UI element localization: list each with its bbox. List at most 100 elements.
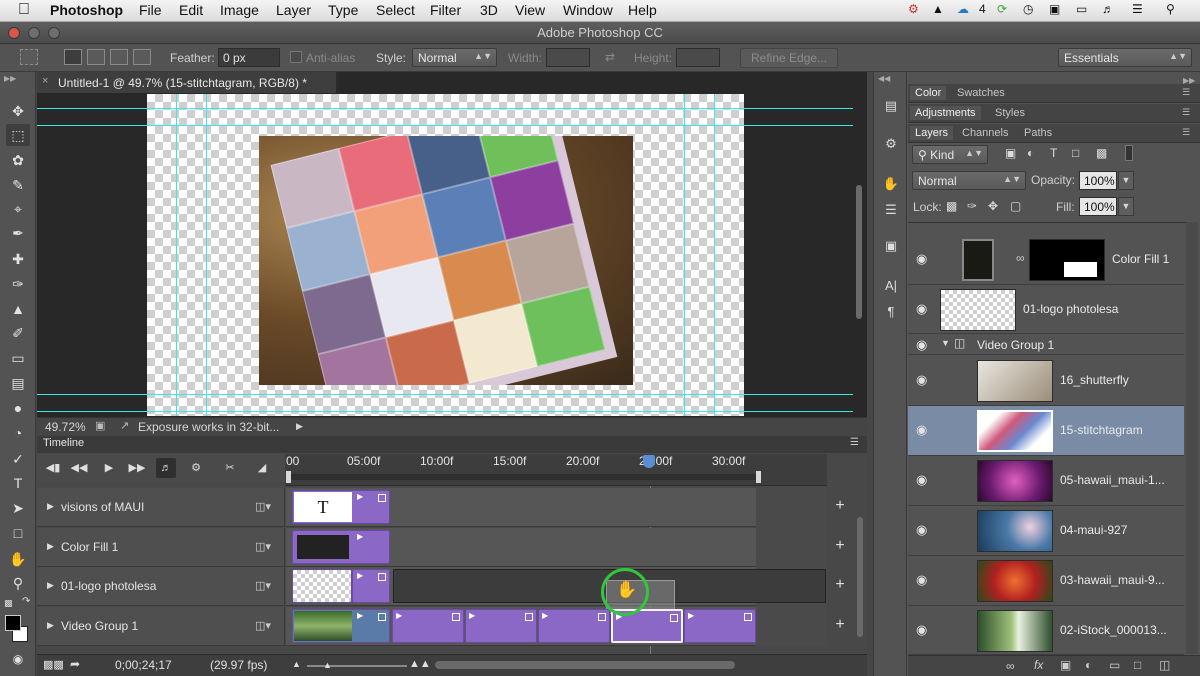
- layer-04-maui-927[interactable]: ◉ 04-maui-927: [908, 506, 1184, 556]
- clip-istock-waterfall[interactable]: ▶: [292, 609, 390, 643]
- timeline-ruler[interactable]: 00 05:00f 10:00f 15:00f 20:00f 25:00f 30…: [285, 454, 827, 486]
- audio-mute-icon[interactable]: ♬: [156, 458, 176, 478]
- panel-menu-icon[interactable]: ☰: [850, 437, 859, 448]
- tool-presets-icon[interactable]: ✋: [880, 174, 902, 194]
- clone-stamp-tool-icon[interactable]: ▲: [6, 298, 30, 320]
- rectangular-marquee-tool-icon[interactable]: ⬚: [6, 124, 30, 146]
- width-input[interactable]: [546, 48, 590, 67]
- guide-vertical[interactable]: [684, 94, 685, 416]
- lock-position-icon[interactable]: ✥: [988, 199, 998, 213]
- menu-select[interactable]: Select: [376, 2, 415, 18]
- transition-icon[interactable]: ◢: [252, 458, 272, 478]
- layer-15-stitchtagram-selected[interactable]: ◉ 15-stitchtagram: [908, 406, 1184, 456]
- wifi-icon[interactable]: ☰: [1132, 2, 1143, 16]
- next-frame-icon[interactable]: ▶▶: [127, 458, 147, 478]
- timeline-vertical-scrollbar[interactable]: [857, 517, 863, 637]
- history-panel-icon[interactable]: ▤: [880, 96, 902, 116]
- guide-horizontal[interactable]: [37, 108, 853, 109]
- filter-type-icon[interactable]: T: [1050, 146, 1057, 160]
- playback-settings-gear-icon[interactable]: ⚙: [186, 458, 206, 478]
- guide-vertical[interactable]: [206, 94, 207, 416]
- paragraph-panel-icon[interactable]: ¶: [880, 302, 902, 322]
- timeline-horizontal-scrollbar[interactable]: [435, 661, 735, 669]
- clip-expand-icon[interactable]: ▶: [542, 611, 548, 620]
- timeline-zoom-slider[interactable]: [307, 665, 407, 667]
- delete-layer-trash-icon[interactable]: ◫: [1159, 658, 1170, 672]
- visibility-eye-icon[interactable]: ◉: [916, 572, 927, 588]
- playhead-icon[interactable]: [643, 455, 655, 468]
- zoom-slider-thumb[interactable]: ▲: [323, 660, 332, 670]
- menu-3d[interactable]: 3D: [480, 2, 498, 18]
- menu-view[interactable]: View: [515, 2, 545, 18]
- clip-expand-icon[interactable]: ▶: [688, 611, 694, 620]
- expand-panels-icon[interactable]: ◀◀: [878, 74, 890, 83]
- filter-toggle-switch[interactable]: [1125, 145, 1133, 161]
- layer-02-istock[interactable]: ◉ 02-iStock_000013...: [908, 606, 1184, 655]
- timer-icon[interactable]: ◷: [1023, 2, 1033, 16]
- clip-expand-icon[interactable]: ▶: [357, 611, 363, 620]
- eyedropper-tool-icon[interactable]: ✒: [6, 222, 30, 244]
- swap-dimensions-icon[interactable]: ⇄: [605, 50, 615, 64]
- previous-frame-icon[interactable]: ◀◀: [69, 458, 89, 478]
- tab-channels[interactable]: Channels: [957, 126, 1013, 140]
- clip-hawaii-maui-1[interactable]: ▶: [538, 609, 610, 643]
- expand-track-icon[interactable]: ▶: [47, 620, 54, 631]
- track-color-fill-1[interactable]: ▶ Color Fill 1 ◫▾: [37, 528, 285, 567]
- clip-expand-icon[interactable]: ▶: [469, 611, 475, 620]
- track-film-menu-icon[interactable]: ◫▾: [255, 619, 271, 632]
- new-adjustment-layer-icon[interactable]: ◐: [1085, 658, 1092, 672]
- track-film-menu-icon[interactable]: ◫▾: [255, 540, 271, 553]
- history-brush-tool-icon[interactable]: ✐: [6, 322, 30, 344]
- antialias-checkbox[interactable]: [290, 51, 302, 63]
- intersect-selection-icon[interactable]: [133, 49, 151, 65]
- tab-layers[interactable]: Layers: [910, 126, 954, 140]
- tab-swatches[interactable]: Swatches: [952, 86, 1010, 100]
- expand-track-icon[interactable]: ▶: [47, 580, 54, 591]
- lock-image-pixels-brush-icon[interactable]: ✑: [967, 199, 977, 213]
- status-app-icon[interactable]: ⚙: [908, 2, 919, 16]
- close-document-icon[interactable]: ×: [42, 75, 48, 87]
- panel-menu-icon[interactable]: ☰: [1182, 87, 1190, 98]
- render-video-icon[interactable]: ➦: [70, 657, 80, 671]
- height-input[interactable]: [676, 48, 720, 67]
- track-film-menu-icon[interactable]: ◫▾: [255, 579, 271, 592]
- subtract-from-selection-icon[interactable]: [110, 49, 128, 65]
- add-layer-style-fx-icon[interactable]: fx: [1034, 658, 1043, 672]
- collapse-panel-icon[interactable]: ▶▶: [4, 74, 16, 83]
- work-area-end-handle[interactable]: [756, 471, 761, 483]
- menu-window[interactable]: Window: [563, 2, 613, 18]
- zoom-level[interactable]: 49.72%: [45, 420, 86, 434]
- collapse-group-icon[interactable]: ▼: [941, 338, 950, 348]
- layer-color-fill-1[interactable]: ◉ ∞ Color Fill 1: [908, 235, 1184, 285]
- volume-icon[interactable]: ♬: [1102, 2, 1114, 16]
- character-panel-icon[interactable]: A|: [880, 276, 902, 296]
- document-vertical-scrollbar[interactable]: [856, 185, 862, 319]
- tab-styles[interactable]: Styles: [990, 106, 1030, 120]
- layer-05-hawaii-maui-1[interactable]: ◉ 05-hawaii_maui-1...: [908, 456, 1184, 506]
- quick-mask-icon[interactable]: ◉: [6, 648, 30, 670]
- eraser-tool-icon[interactable]: ▭: [6, 347, 30, 369]
- work-area-start-handle[interactable]: [286, 471, 291, 483]
- guide-vertical[interactable]: [176, 94, 177, 416]
- sync-icon[interactable]: ⟳: [997, 2, 1007, 16]
- brush-tool-icon[interactable]: ✑: [6, 273, 30, 295]
- add-media-button[interactable]: +: [832, 538, 848, 554]
- visibility-eye-icon[interactable]: ◉: [916, 372, 927, 388]
- guide-horizontal[interactable]: [37, 394, 853, 395]
- clip-hawaii-maui-9[interactable]: ▶: [392, 609, 464, 643]
- refine-edge-button[interactable]: Refine Edge...: [740, 48, 839, 68]
- tab-adjustments[interactable]: Adjustments: [910, 106, 981, 120]
- crop-tool-icon[interactable]: ⌖: [6, 198, 30, 220]
- filter-shape-icon[interactable]: □: [1072, 146, 1079, 160]
- current-time[interactable]: 0;00;24;17: [115, 658, 172, 672]
- foreground-color-swatch[interactable]: [5, 615, 21, 631]
- opacity-input[interactable]: 100%: [1079, 171, 1117, 190]
- new-group-folder-icon[interactable]: ▭: [1109, 658, 1120, 672]
- track-logo-photolesa[interactable]: ▶ 01-logo photolesa ◫▾: [37, 567, 285, 606]
- new-layer-icon[interactable]: □: [1134, 658, 1141, 672]
- panel-menu-icon[interactable]: ☰: [1182, 127, 1190, 138]
- default-colors-icon[interactable]: ▩: [4, 598, 13, 609]
- frame-animation-icon[interactable]: ▩▩: [43, 658, 64, 671]
- menu-type[interactable]: Type: [328, 2, 358, 18]
- fill-slider-toggle-icon[interactable]: ▼: [1118, 197, 1134, 216]
